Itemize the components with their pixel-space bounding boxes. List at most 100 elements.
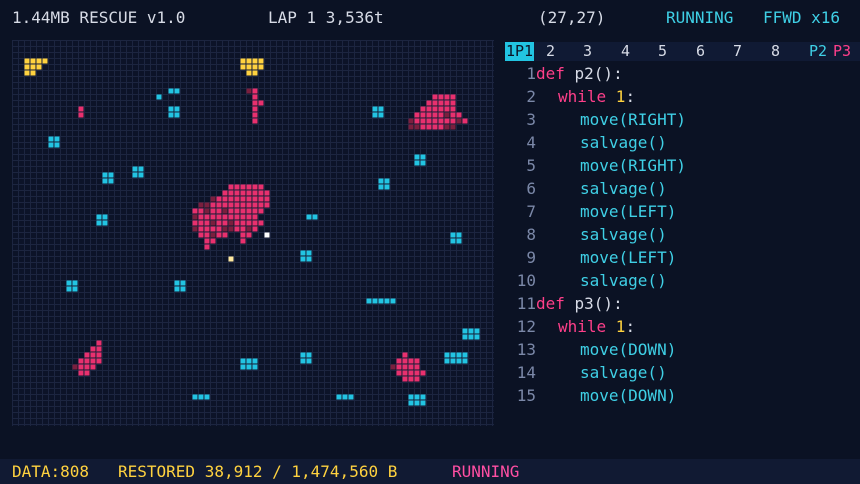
code-token: salvage() [580, 179, 667, 198]
code-line[interactable]: 10 salvage() [512, 269, 667, 292]
corrupt-cluster [228, 196, 234, 202]
recovered-sector [240, 358, 246, 364]
corrupt-cluster [426, 118, 432, 124]
tab-5[interactable]: 5 [658, 42, 667, 61]
corrupt-cluster [240, 208, 246, 214]
code-line[interactable]: 8 salvage() [512, 223, 666, 246]
corrupt-cluster [456, 112, 462, 118]
code-line[interactable]: 3 move(RIGHT) [512, 108, 686, 131]
corrupt-cluster [198, 232, 204, 238]
corrupt-cluster [192, 220, 198, 226]
corrupt-cluster [222, 226, 228, 232]
code-line[interactable]: 9 move(LEFT) [512, 246, 676, 269]
corrupt-cluster [414, 364, 420, 370]
tab-4[interactable]: 4 [621, 42, 630, 61]
code-text: move(DOWN) [580, 338, 676, 361]
recovered-sector [348, 394, 354, 400]
code-editor[interactable]: 1 def p2(): 2 while 1: 3 move(RIGHT) 4 salvage(… [512, 62, 857, 407]
corrupt-cluster [258, 202, 264, 208]
tab-6[interactable]: 6 [696, 42, 705, 61]
corrupt-cluster [228, 202, 234, 208]
yellow-fragment [258, 58, 264, 64]
corrupt-cluster [96, 352, 102, 358]
disk-grid-board[interactable] [12, 40, 494, 426]
tab-7[interactable]: 7 [733, 42, 742, 61]
tab-8[interactable]: 8 [771, 42, 780, 61]
code-line[interactable]: 13 move(DOWN) [512, 338, 677, 361]
recovered-sector [372, 298, 378, 304]
corrupt-cluster [426, 112, 432, 118]
code-line[interactable]: 1 def p2(): [512, 62, 622, 85]
yellow-fragment [36, 64, 42, 70]
corrupt-cluster [210, 196, 216, 202]
code-line[interactable]: 11 def p3(): [512, 292, 623, 315]
corrupt-cluster [234, 220, 240, 226]
corrupt-cluster [240, 238, 246, 244]
line-number: 11 [516, 294, 536, 313]
code-token: salvage() [580, 133, 667, 152]
corrupt-cluster [414, 118, 420, 124]
code-line[interactable]: 14 salvage() [512, 361, 667, 384]
code-text: def p3(): [536, 292, 623, 315]
code-text: def p2(): [536, 62, 623, 85]
corrupt-cluster [198, 226, 204, 232]
recovered-sector [96, 214, 102, 220]
code-text: move(RIGHT) [580, 108, 686, 131]
code-line[interactable]: 4 salvage() [512, 131, 666, 154]
corrupt-cluster [252, 196, 258, 202]
line-number: 2 [526, 87, 536, 106]
code-line[interactable]: 2 while 1: [512, 85, 635, 108]
yellow-fragment [30, 70, 36, 76]
recovered-sector [384, 178, 390, 184]
salvage-marker [228, 256, 234, 262]
code-line[interactable]: 12 while 1: [512, 315, 635, 338]
code-line[interactable]: 6 salvage() [512, 177, 666, 200]
corrupt-cluster [432, 100, 438, 106]
corrupt-cluster [240, 202, 246, 208]
code-line[interactable]: 7 move(LEFT) [512, 200, 676, 223]
corrupt-cluster [240, 214, 246, 220]
corrupt-cluster [414, 124, 420, 130]
recovered-sector [96, 220, 102, 226]
code-token: while [558, 87, 616, 106]
recovered-sector [138, 172, 144, 178]
corrupt-cluster [228, 226, 234, 232]
corrupt-cluster [240, 232, 246, 238]
recovered-sector [102, 172, 108, 178]
tab-9[interactable]: P2 [809, 42, 827, 61]
code-token: def [536, 294, 575, 313]
corrupt-cluster [402, 364, 408, 370]
recovered-sector [204, 394, 210, 400]
corrupt-cluster [420, 118, 426, 124]
line-number: 13 [516, 340, 536, 359]
code-line[interactable]: 15 move(DOWN) [512, 384, 677, 407]
recovered-sector [456, 352, 462, 358]
tab-2[interactable]: 2 [546, 42, 555, 61]
corrupt-cluster [216, 196, 222, 202]
code-line[interactable]: 5 move(RIGHT) [512, 154, 686, 177]
tab-1[interactable]: 1P1 [505, 42, 535, 61]
recovered-sector [414, 394, 420, 400]
tab-10[interactable]: P3 [833, 42, 851, 61]
recovered-sector [252, 364, 258, 370]
recovered-sector [462, 358, 468, 364]
run-status: RUNNING [666, 8, 734, 27]
corrupt-cluster [198, 214, 204, 220]
corrupt-cluster [420, 106, 426, 112]
speed-toggle[interactable]: FFWD x16 [763, 0, 840, 36]
recovered-sector [414, 400, 420, 406]
corrupt-cluster [228, 184, 234, 190]
corrupt-cluster [198, 202, 204, 208]
recovered-sector [246, 358, 252, 364]
corrupt-cluster [402, 358, 408, 364]
corrupt-cluster [246, 226, 252, 232]
line-number: 15 [516, 386, 536, 405]
lap-counter: LAP 1 3,536t [268, 8, 384, 27]
tab-3[interactable]: 3 [583, 42, 592, 61]
corrupt-cluster [258, 184, 264, 190]
recovered-sector [420, 154, 426, 160]
corrupt-cluster [420, 370, 426, 376]
code-token: p2(): [574, 64, 623, 83]
corrupt-cluster [192, 214, 198, 220]
corrupt-cluster [228, 214, 234, 220]
